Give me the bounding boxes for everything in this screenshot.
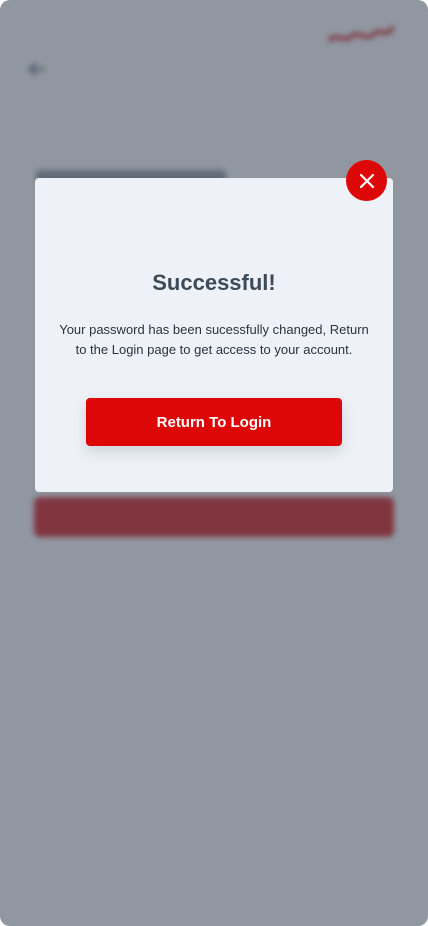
dialog-message: Your password has been sucessfully chang…: [59, 322, 369, 357]
close-button[interactable]: [346, 160, 387, 201]
close-icon: [359, 173, 374, 188]
dialog-title: Successful!: [152, 270, 276, 295]
success-dialog: Successful! Your password has been suces…: [35, 178, 393, 492]
return-to-login-button[interactable]: Return To Login: [86, 398, 342, 446]
